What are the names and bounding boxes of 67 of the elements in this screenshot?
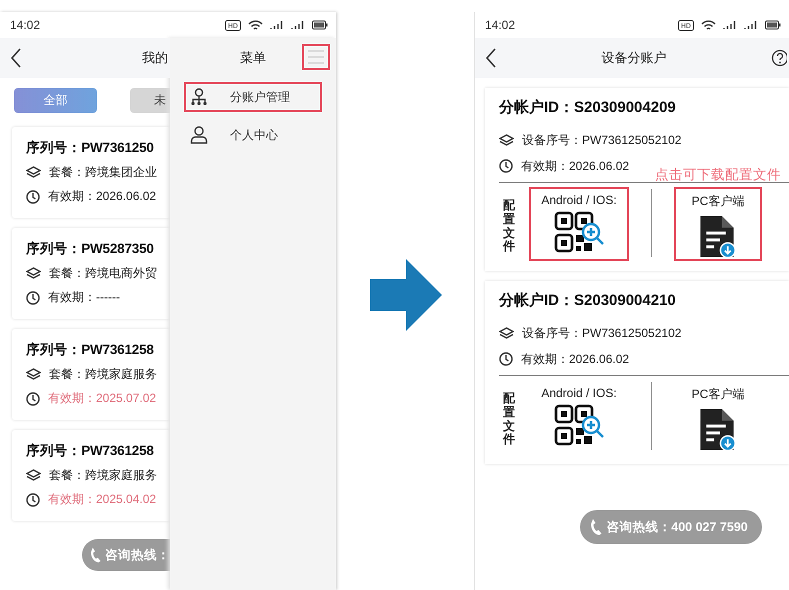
device-card[interactable]: 序列号：PW7361258 套餐：跨境家庭服务 有效期：2025.07.02: [12, 329, 170, 420]
menu-item[interactable]: 分账户管理: [184, 82, 322, 112]
layers-icon: [26, 368, 41, 381]
pc-config-button[interactable]: PC客户端: [674, 380, 762, 454]
status-time: 14:02: [485, 18, 516, 32]
device-serial: 序列号：PW5287350: [26, 240, 155, 258]
config-label: 配置文件: [503, 199, 515, 256]
clock-icon: [499, 159, 513, 173]
menu-icon: [307, 50, 325, 64]
mobile-config-button[interactable]: Android / IOS:: [529, 187, 629, 261]
clock-icon: [26, 290, 40, 304]
account-id: 分帐户ID：S20309004209: [499, 98, 677, 117]
arrow-icon: [370, 259, 442, 331]
clock-icon: [26, 492, 40, 506]
device-serial: 设备序号：PW736125052102: [522, 324, 682, 342]
plan-text: 套餐：跨境家庭服务: [49, 366, 157, 383]
expiry-text: 有效期：2026.06.02: [521, 350, 630, 368]
person-icon: [190, 126, 208, 144]
device-serial: 序列号：PW7361250: [26, 139, 155, 157]
wifi-icon: [701, 20, 716, 30]
layers-icon: [499, 134, 514, 146]
device-serial: 设备序号：PW736125052102: [522, 132, 682, 148]
plan-text: 套餐：跨境电商外贸: [49, 265, 157, 282]
menu-title: 菜单: [240, 49, 266, 67]
expiry-text: 有效期：2025.07.02: [48, 390, 156, 407]
expiry-text: 有效期：2026.06.02: [521, 158, 630, 174]
signal-icon: [723, 20, 737, 30]
layers-icon: [499, 326, 514, 340]
help-icon[interactable]: [771, 49, 787, 67]
layers-icon: [26, 267, 41, 280]
signal-icon: [270, 20, 284, 30]
clock-icon: [26, 190, 40, 204]
battery-icon: [312, 20, 328, 30]
page-title: 我的: [142, 49, 168, 67]
battery-icon: [765, 20, 781, 30]
plan-text: 套餐：跨境家庭服务: [49, 467, 157, 484]
device-card[interactable]: 序列号：PW5287350 套餐：跨境电商外贸 有效期：------: [12, 228, 170, 319]
org-chart-icon: [190, 88, 208, 106]
menu-item[interactable]: 个人中心: [184, 120, 322, 150]
signal-icon: [744, 20, 758, 30]
menu-button[interactable]: [302, 44, 330, 70]
layers-icon: [26, 166, 41, 179]
phone-icon: [90, 546, 101, 564]
back-icon[interactable]: [10, 48, 22, 68]
device-serial: 序列号：PW7361258: [26, 442, 155, 460]
wifi-icon: [248, 20, 263, 30]
download-hint: 点击可下载配置文件: [655, 166, 781, 184]
clock-icon: [26, 392, 40, 406]
phone-icon: [590, 518, 602, 536]
device-card[interactable]: 序列号：PW7361250 套餐：跨境集团企业 有效期：2026.06.02: [12, 127, 170, 218]
status-time: 14:02: [10, 18, 40, 32]
account-id: 分帐户ID：S20309004210: [499, 291, 677, 310]
expiry-text: 有效期：------: [48, 289, 120, 306]
signal-icon: [291, 20, 305, 30]
config-label: 配置文件: [503, 392, 515, 448]
layers-icon: [26, 469, 41, 482]
plan-text: 套餐：跨境集团企业: [49, 164, 157, 181]
page-title: 设备分账户: [602, 49, 666, 67]
expiry-text: 有效期：2025.04.02: [48, 491, 156, 508]
mobile-config-button[interactable]: Android / IOS:: [529, 380, 629, 454]
device-card[interactable]: 序列号：PW7361258 套餐：跨境家庭服务 有效期：2025.04.02: [12, 430, 170, 521]
filter-tab[interactable]: 未: [130, 88, 170, 113]
expiry-text: 有效期：2026.06.02: [48, 188, 156, 205]
clock-icon: [499, 352, 513, 366]
device-serial: 序列号：PW7361258: [26, 341, 155, 359]
back-icon[interactable]: [485, 48, 497, 68]
pc-config-button[interactable]: PC客户端: [674, 187, 762, 261]
